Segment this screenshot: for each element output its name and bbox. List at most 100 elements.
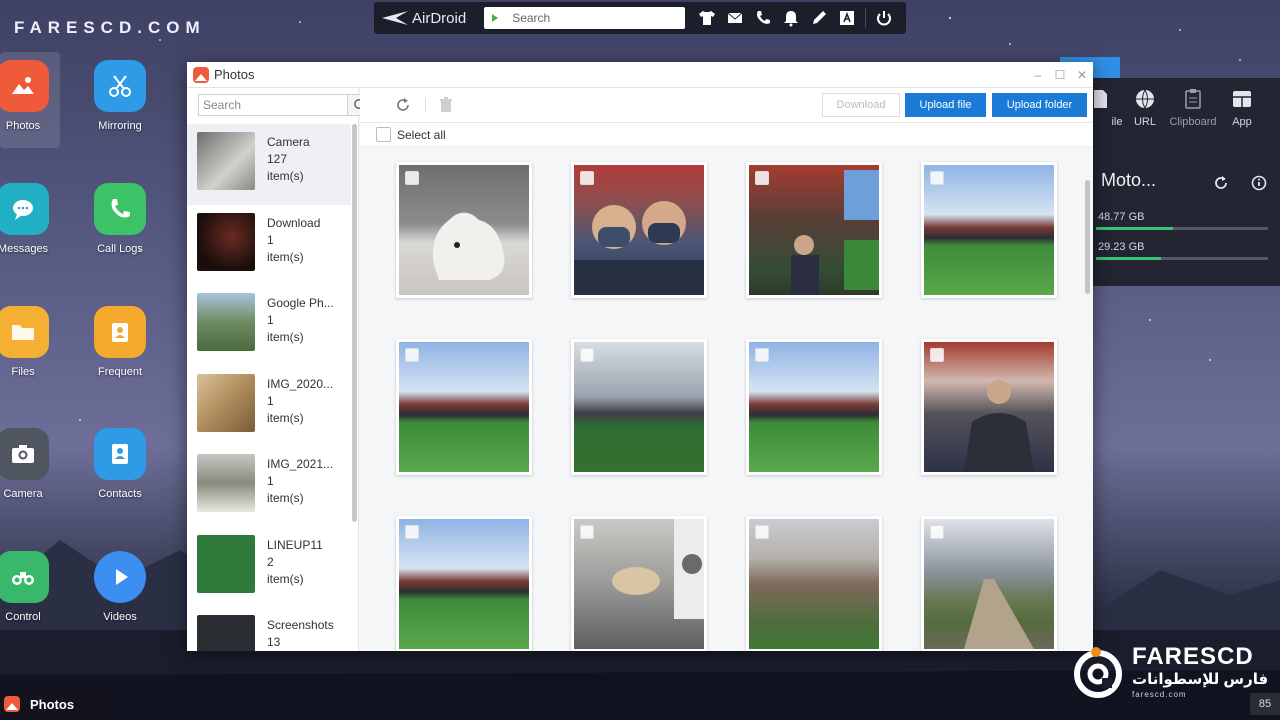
taskbar-photos-item[interactable]: Photos (0, 688, 112, 720)
desktop-app-mirroring[interactable]: Mirroring (80, 60, 160, 132)
album-thumbnail (197, 373, 255, 432)
power-icon[interactable] (870, 4, 898, 32)
photo-thumbnail[interactable] (571, 339, 707, 475)
photo-checkbox[interactable] (580, 348, 594, 362)
refresh-button[interactable] (393, 95, 413, 115)
photo-checkbox[interactable] (755, 525, 769, 539)
album-item-google-photos[interactable]: Google Ph... 1 item(s) (187, 285, 351, 366)
pen-icon[interactable] (805, 4, 833, 32)
album-thumbnail (197, 212, 255, 271)
photo-thumbnail[interactable] (396, 339, 532, 475)
desktop-app-videos[interactable]: Videos (80, 551, 160, 623)
photo-thumbnail[interactable] (746, 339, 882, 475)
maximize-button[interactable]: ☐ (1049, 68, 1071, 82)
album-item-lineup11[interactable]: LINEUP11 2 item(s) (187, 527, 351, 608)
select-all-checkbox[interactable] (376, 127, 391, 142)
desktop-app-call-logs[interactable]: Call Logs (80, 183, 160, 255)
font-icon[interactable] (833, 4, 861, 32)
photo-thumbnail[interactable] (921, 516, 1057, 651)
logo-brand-ar: فارس للإسطوانات (1132, 671, 1269, 688)
desktop-app-messages[interactable]: Messages (0, 183, 63, 255)
photos-window: Photos – ☐ ✕ Search Camera 127 item(s) Dow… (187, 62, 1093, 651)
sleeping-dog (612, 519, 704, 619)
desktop-app-photos[interactable]: Photos (0, 60, 63, 132)
photo-thumbnail[interactable] (571, 162, 707, 298)
faresscd-logo: FARESCD فارس للإسطوانات farescd.com (1072, 644, 1268, 699)
album-item-img-2020[interactable]: IMG_2020... 1 item(s) (187, 366, 351, 447)
toolbox-label: Clipboard (1169, 116, 1217, 128)
select-all-label: Select all (397, 127, 446, 142)
photo-grid-scrollbar[interactable] (1085, 180, 1090, 294)
photo-thumbnail[interactable] (746, 516, 882, 651)
window-titlebar[interactable]: Photos – ☐ ✕ (187, 62, 1093, 88)
photo-checkbox[interactable] (405, 171, 419, 185)
contact-card-icon (94, 306, 146, 358)
delete-button[interactable] (436, 95, 456, 115)
photo-thumbnail[interactable] (396, 516, 532, 651)
upload-folder-button[interactable]: Upload folder (992, 93, 1087, 117)
bell-icon[interactable] (777, 4, 805, 32)
airdroid-logo[interactable]: AirDroid (382, 10, 484, 27)
mail-icon[interactable] (721, 4, 749, 32)
desktop-app-label: Messages (0, 243, 49, 255)
photo-checkbox[interactable] (405, 348, 419, 362)
album-item-screenshots[interactable]: Screenshots 13 (187, 607, 351, 651)
photo-checkbox[interactable] (930, 525, 944, 539)
desktop-app-label: Camera (3, 488, 43, 500)
album-name: Screenshots (267, 618, 334, 632)
photo-thumbnail[interactable] (746, 162, 882, 298)
album-count: 2 (267, 554, 274, 569)
photo-checkbox[interactable] (930, 348, 944, 362)
photo-checkbox[interactable] (755, 348, 769, 362)
toolbox-clipboard[interactable]: Clipboard (1165, 88, 1221, 128)
desktop-app-contacts[interactable]: Contacts (80, 428, 160, 500)
photo-thumbnail[interactable] (396, 162, 532, 298)
album-name: IMG_2020... (267, 376, 334, 391)
tshirt-icon[interactable] (693, 4, 721, 32)
desktop-app-control[interactable]: Control (0, 551, 63, 623)
album-count: 1 (267, 313, 274, 327)
refresh-icon (397, 98, 409, 111)
photo-thumbnail[interactable] (571, 516, 707, 651)
photo-checkbox[interactable] (580, 525, 594, 539)
dog-shape (433, 212, 505, 280)
photo-checkbox[interactable] (755, 171, 769, 185)
album-thumbnail (197, 293, 255, 351)
logo-site-text: farescd.com (1132, 690, 1187, 699)
phone-icon[interactable] (749, 4, 777, 32)
fan-figure (964, 380, 1034, 472)
photo-thumbnail[interactable] (921, 162, 1057, 298)
sidebar-scrollbar[interactable] (352, 124, 357, 522)
photo-checkbox[interactable] (580, 171, 594, 185)
storage-internal-text: 48.77 GB (1098, 211, 1145, 223)
photos-app-icon (4, 696, 20, 712)
play-store-icon (492, 14, 499, 22)
window-title: Photos (214, 67, 255, 82)
select-all-row[interactable]: Select all (360, 123, 1093, 147)
album-item-download[interactable]: Download 1 item(s) (187, 205, 351, 286)
desktop-app-camera[interactable]: Camera (0, 428, 63, 500)
album-count: 13 (267, 635, 281, 649)
chat-bubble-icon (0, 183, 49, 235)
desktop-app-label: Call Logs (97, 243, 143, 255)
info-icon[interactable] (1250, 174, 1268, 192)
photo-checkbox[interactable] (930, 171, 944, 185)
desktop-app-frequent[interactable]: Frequent (80, 306, 160, 378)
photo-checkbox[interactable] (405, 525, 419, 539)
album-sidebar: Search Camera 127 item(s) Download 1 item(s)… (187, 88, 372, 651)
photo-thumbnail[interactable] (921, 339, 1057, 475)
album-search-input[interactable]: Search (198, 94, 348, 116)
minimize-button[interactable]: – (1027, 68, 1049, 82)
close-button[interactable]: ✕ (1071, 68, 1093, 82)
toolbar-divider (865, 8, 866, 28)
upload-file-button[interactable]: Upload file (905, 93, 986, 117)
toolbox-app[interactable]: App (1214, 88, 1270, 128)
top-search-input[interactable]: Search (484, 7, 685, 29)
gravel-path (964, 579, 1034, 649)
desktop-app-files[interactable]: Files (0, 306, 63, 378)
desktop-app-label: Files (11, 366, 35, 378)
album-item-camera[interactable]: Camera 127 item(s) (187, 124, 351, 205)
album-item-img-2021[interactable]: IMG_2021... 1 item(s) (187, 446, 351, 527)
download-button[interactable]: Download (822, 93, 900, 117)
refresh-icon[interactable] (1212, 174, 1230, 192)
